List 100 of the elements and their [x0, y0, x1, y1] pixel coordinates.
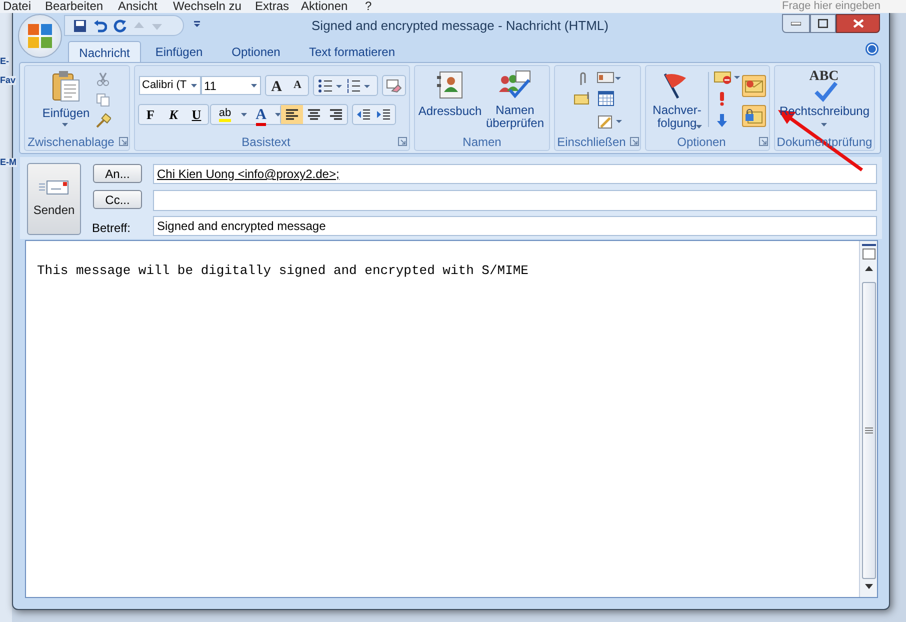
italic-button[interactable]: K	[162, 105, 185, 124]
dialog-launcher-icon[interactable]	[398, 137, 407, 146]
close-icon	[852, 19, 864, 28]
numbered-list-icon[interactable]	[346, 78, 370, 92]
subject-label: Betreff:	[92, 220, 130, 237]
business-card-icon[interactable]	[597, 72, 621, 84]
dialog-launcher-icon[interactable]	[119, 137, 128, 146]
office-logo-icon	[27, 23, 53, 49]
close-button[interactable]	[836, 14, 880, 33]
sidebar-label: E-M	[0, 158, 16, 167]
to-field[interactable]: Chi Kien Uong <info@proxy2.de>;	[153, 164, 877, 184]
font-size-field[interactable]: 11	[201, 76, 261, 95]
group-title: Basistext	[240, 135, 292, 149]
people-check-icon	[498, 70, 532, 100]
grow-font-button[interactable]: A	[266, 76, 287, 95]
eraser-icon	[386, 78, 402, 92]
save-icon[interactable]	[73, 18, 87, 32]
highlight-button[interactable]: ab	[211, 105, 239, 124]
scroll-thumb[interactable]	[862, 282, 876, 579]
clear-formatting-button[interactable]	[382, 75, 406, 96]
customize-toolbar-icon[interactable]	[193, 20, 201, 28]
down-arrow-icon[interactable]	[716, 114, 728, 128]
shrink-font-button[interactable]: A	[287, 76, 308, 95]
signature-pen-icon[interactable]	[598, 115, 622, 129]
check-names-button[interactable]: Namen überprüfen	[483, 104, 547, 130]
window-title: Signed and encrypted message - Nachricht (HTML)	[310, 17, 610, 35]
align-icon	[329, 108, 343, 121]
ribbon-tab[interactable]: Nachricht	[68, 41, 141, 63]
envelope-lock-icon	[745, 108, 763, 124]
undo-icon[interactable]	[93, 18, 107, 32]
recipient-link[interactable]: Chi Kien Uong <info@proxy2.de>;	[157, 167, 340, 181]
menu-item[interactable]: Extras	[255, 0, 290, 12]
font-name-value: Calibri (T	[141, 78, 187, 94]
maximize-icon	[818, 19, 828, 28]
paste-button[interactable]: Einfügen	[38, 104, 94, 120]
caret-icon[interactable]	[251, 84, 257, 88]
ruler-toggle-icon[interactable]	[862, 244, 876, 260]
exclamation-icon[interactable]	[719, 92, 725, 106]
ribbon-tab[interactable]: Text formatieren	[297, 41, 407, 63]
to-button[interactable]: An...	[93, 164, 142, 183]
menu-item[interactable]: Wechseln zu	[173, 0, 242, 12]
envelope-clip-icon[interactable]	[574, 91, 592, 105]
subject-field[interactable]: Signed and encrypted message	[153, 216, 877, 236]
copy-icon[interactable]	[96, 93, 110, 107]
caret-icon[interactable]	[821, 123, 827, 127]
font-name-field[interactable]: Calibri (T	[139, 76, 201, 95]
menu-item[interactable]: ?	[365, 0, 372, 12]
menu-item[interactable]: Datei	[3, 0, 32, 12]
scroll-up-icon[interactable]	[864, 266, 872, 271]
caret-icon[interactable]	[62, 123, 68, 127]
sign-message-button[interactable]	[742, 75, 766, 97]
menu-item[interactable]: Bearbeiten	[45, 0, 104, 12]
group-title: Optionen	[676, 135, 727, 149]
dialog-launcher-icon[interactable]	[630, 137, 639, 146]
maximize-button[interactable]	[810, 14, 836, 33]
scroll-down-icon[interactable]	[864, 584, 872, 589]
redo-icon[interactable]	[113, 18, 127, 32]
calendar-icon[interactable]	[598, 91, 614, 106]
font-size-value: 11	[203, 78, 216, 94]
align-button[interactable]	[281, 105, 303, 124]
ribbon-tab[interactable]: Optionen	[218, 41, 294, 63]
address-book-button[interactable]: Adressbuch	[418, 104, 482, 118]
caret-icon[interactable]	[273, 112, 283, 116]
caret-icon[interactable]	[191, 84, 197, 88]
help-icon[interactable]	[865, 42, 879, 56]
envelope-icon	[39, 180, 69, 194]
address-book-icon	[437, 70, 465, 100]
ribbon-tab[interactable]: Einfügen	[143, 41, 215, 63]
underline-button[interactable]: U	[185, 105, 208, 124]
message-text: This message will be digitally signed and encrypted with S/MIME	[37, 262, 528, 280]
minimize-icon	[791, 22, 801, 26]
menu-item[interactable]: Aktionen	[301, 0, 348, 12]
envelope-block-icon[interactable]	[714, 71, 740, 85]
minimize-button[interactable]	[782, 14, 810, 33]
sidebar-label: E-	[0, 57, 9, 66]
font-color-button[interactable]: A	[249, 105, 273, 124]
send-button[interactable]: Senden	[27, 163, 81, 235]
spelling-logo: ABC	[808, 70, 840, 84]
envelope-seal-icon	[745, 79, 763, 93]
caret-icon[interactable]	[239, 112, 249, 116]
align-icon	[285, 108, 299, 121]
caret-icon[interactable]	[696, 125, 702, 129]
bold-button[interactable]: F	[139, 105, 162, 124]
encrypt-message-button[interactable]	[742, 105, 766, 127]
cc-field[interactable]	[153, 190, 877, 211]
group-title: Zwischenablage	[26, 135, 116, 149]
help-search-field[interactable]: Frage hier eingeben	[780, 0, 906, 13]
clipboard-icon	[52, 70, 80, 102]
follow-up-button[interactable]: Nachver- folgung	[648, 104, 706, 130]
dialog-launcher-icon[interactable]	[759, 137, 768, 146]
menu-item[interactable]: Ansicht	[118, 0, 158, 12]
spelling-button[interactable]: Rechtschreibung	[777, 104, 872, 118]
cc-button[interactable]: Cc...	[93, 190, 142, 209]
increase-indent-icon[interactable]	[377, 108, 391, 121]
paperclip-icon[interactable]	[578, 71, 588, 87]
bullet-list-icon[interactable]	[318, 78, 342, 92]
decrease-indent-icon[interactable]	[357, 108, 371, 121]
group-title: Einschließen	[556, 135, 627, 149]
checkmark-icon	[814, 80, 838, 102]
group-title: Namen	[462, 135, 502, 149]
